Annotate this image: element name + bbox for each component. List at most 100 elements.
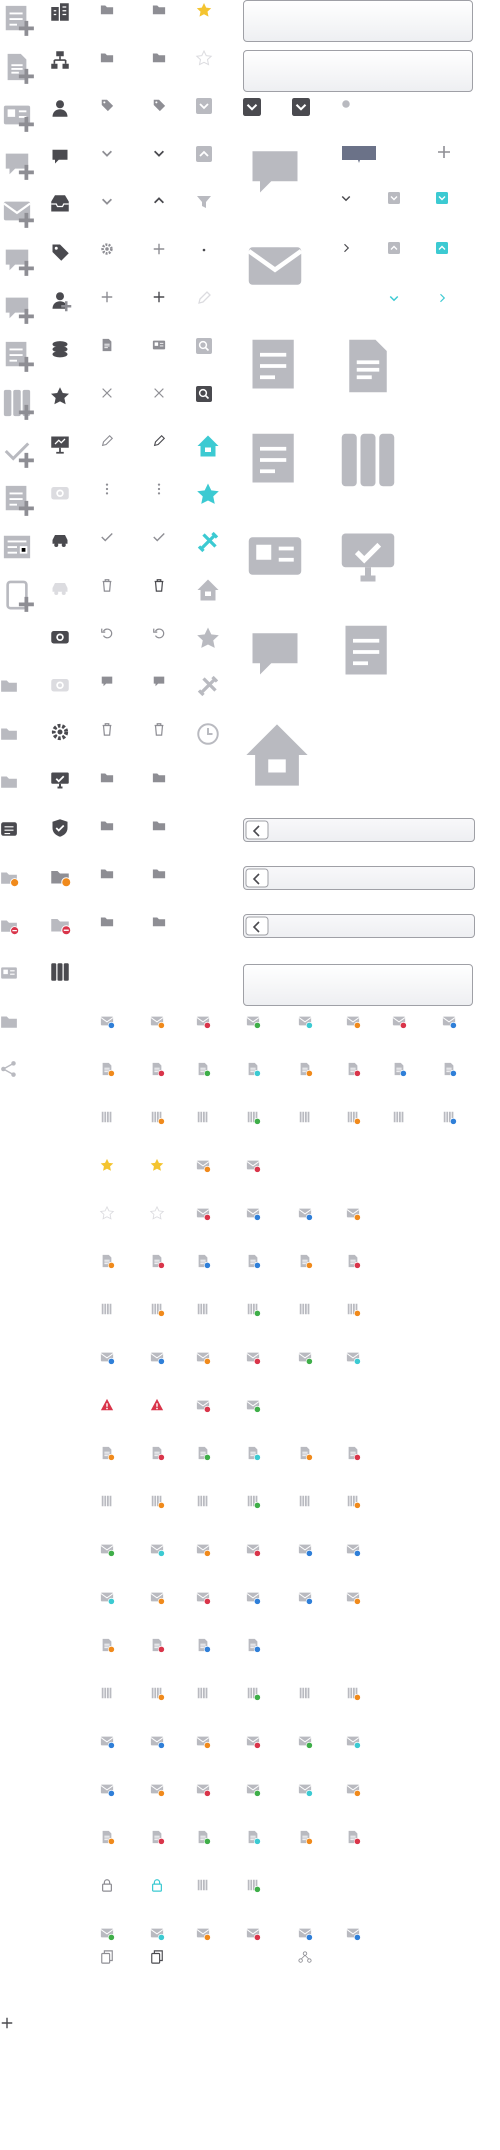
plus-icon[interactable] xyxy=(436,144,452,160)
grid-icon[interactable] xyxy=(346,1494,361,1509)
grid-icon[interactable] xyxy=(298,1206,313,1221)
grid-icon[interactable] xyxy=(346,1206,361,1221)
grid-icon[interactable] xyxy=(246,1542,261,1557)
col4-bubble-icon[interactable] xyxy=(152,674,166,688)
col3-folder-icon[interactable] xyxy=(100,866,114,880)
grid-icon[interactable] xyxy=(346,1782,361,1797)
grid-icon[interactable] xyxy=(246,1350,261,1365)
grid-icon[interactable] xyxy=(100,1686,114,1700)
grid-icon[interactable] xyxy=(150,1446,165,1461)
input-panel[interactable] xyxy=(243,50,473,92)
col4-close-icon[interactable] xyxy=(152,386,166,400)
tools-teal-icon[interactable] xyxy=(196,530,220,554)
grid-icon[interactable] xyxy=(246,1830,261,1845)
grid-icon[interactable] xyxy=(346,1014,361,1029)
copy-icon[interactable] xyxy=(100,1950,114,1964)
grid-icon[interactable] xyxy=(196,1398,211,1413)
grid-icon[interactable] xyxy=(442,1062,457,1077)
grid-icon[interactable] xyxy=(246,1302,261,1317)
zoom-icon[interactable] xyxy=(196,338,212,354)
col4-folder-icon[interactable] xyxy=(152,914,166,928)
grid-icon[interactable] xyxy=(246,1590,261,1605)
grid-icon[interactable] xyxy=(346,1302,361,1317)
grid-icon[interactable] xyxy=(246,1926,261,1941)
grid-icon[interactable] xyxy=(196,1302,210,1316)
grid-icon[interactable] xyxy=(246,1014,261,1029)
grid-icon[interactable] xyxy=(442,1014,457,1029)
grid-icon[interactable] xyxy=(298,1446,313,1461)
grid-icon[interactable] xyxy=(298,1734,313,1749)
tree-toggle-icon[interactable] xyxy=(388,192,400,204)
grid-icon[interactable] xyxy=(100,1398,114,1412)
grid-icon[interactable] xyxy=(196,1686,210,1700)
check-box-icon[interactable] xyxy=(196,98,212,114)
col4-folder-icon[interactable] xyxy=(152,866,166,880)
col3-folder-icon[interactable] xyxy=(100,770,114,784)
grid-icon[interactable] xyxy=(150,1398,164,1412)
grid-icon[interactable] xyxy=(346,1830,361,1845)
tree-toggle-icon[interactable] xyxy=(436,292,448,304)
grid-icon[interactable] xyxy=(246,1638,261,1653)
col3-close-icon[interactable] xyxy=(100,386,114,400)
grid-icon[interactable] xyxy=(392,1062,407,1077)
grid-icon[interactable] xyxy=(150,1350,165,1365)
col4-chevU-icon[interactable] xyxy=(152,194,166,208)
zoom-dark-icon[interactable] xyxy=(196,386,212,402)
dot-icon[interactable] xyxy=(196,242,212,258)
col3-check-icon[interactable] xyxy=(100,530,114,544)
col3-folder-icon[interactable] xyxy=(100,50,114,64)
plus-icon[interactable] xyxy=(0,2016,14,2030)
tree-toggle-icon[interactable] xyxy=(388,292,400,304)
col4-plus-icon[interactable] xyxy=(152,242,166,256)
grid-icon[interactable] xyxy=(150,1590,165,1605)
grid-icon[interactable] xyxy=(100,1926,115,1941)
grid-icon[interactable] xyxy=(246,1062,261,1077)
grid-icon[interactable] xyxy=(196,1206,211,1221)
grid-icon[interactable] xyxy=(298,1254,313,1269)
col4-plus-icon[interactable] xyxy=(152,290,166,304)
grid-icon[interactable] xyxy=(298,1782,313,1797)
grid-icon[interactable] xyxy=(100,1782,115,1797)
grid-icon[interactable] xyxy=(196,1590,211,1605)
col4-folder-icon[interactable] xyxy=(152,2,166,16)
horizontal-scrollbar[interactable] xyxy=(243,914,475,938)
tree-toggle-icon[interactable] xyxy=(388,242,400,254)
grid-icon[interactable] xyxy=(196,1782,211,1797)
grid-icon[interactable] xyxy=(196,1254,211,1269)
col4-folder-icon[interactable] xyxy=(152,770,166,784)
grid-icon[interactable] xyxy=(246,1206,261,1221)
grid-icon[interactable] xyxy=(346,1686,361,1701)
col3-gear-icon[interactable] xyxy=(100,242,114,256)
grid-icon[interactable] xyxy=(150,1686,165,1701)
pencil-faint-icon[interactable] xyxy=(196,290,212,306)
grid-icon[interactable] xyxy=(392,1014,407,1029)
col4-folder-icon[interactable] xyxy=(152,818,166,832)
grid-icon[interactable] xyxy=(246,1878,261,1893)
grid-icon[interactable] xyxy=(100,1734,115,1749)
today-badge[interactable] xyxy=(340,144,378,164)
grid-icon[interactable] xyxy=(100,1350,115,1365)
dropdown-button[interactable] xyxy=(292,98,310,116)
grid-icon[interactable] xyxy=(150,1014,165,1029)
grid-icon[interactable] xyxy=(150,1734,165,1749)
col3-plus-icon[interactable] xyxy=(100,290,114,304)
col4-card-icon[interactable] xyxy=(152,338,166,352)
grid-icon[interactable] xyxy=(298,1926,313,1941)
grid-icon[interactable] xyxy=(346,1542,361,1557)
grid-icon[interactable] xyxy=(346,1446,361,1461)
grid-icon[interactable] xyxy=(196,1110,210,1124)
grid-icon[interactable] xyxy=(100,1014,115,1029)
grid-icon[interactable] xyxy=(346,1734,361,1749)
grid-icon[interactable] xyxy=(346,1350,361,1365)
grid-icon[interactable] xyxy=(150,1158,164,1172)
grid-icon[interactable] xyxy=(100,1590,115,1605)
grid-icon[interactable] xyxy=(99,1205,115,1220)
col3-trash-icon[interactable] xyxy=(100,722,114,736)
dropdown-button[interactable] xyxy=(243,98,261,116)
col3-bubble-icon[interactable] xyxy=(100,674,114,688)
grid-icon[interactable] xyxy=(298,1830,313,1845)
horizontal-scrollbar[interactable] xyxy=(243,818,475,842)
tree-toggle-icon[interactable] xyxy=(436,242,448,254)
grid-icon[interactable] xyxy=(298,1014,313,1029)
col3-folder-icon[interactable] xyxy=(100,914,114,928)
